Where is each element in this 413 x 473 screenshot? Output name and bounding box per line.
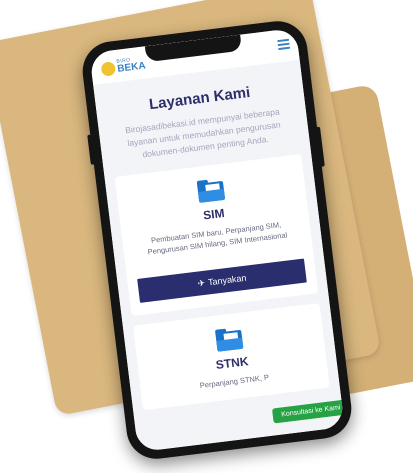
ask-button-label: Tanyakan: [207, 272, 247, 287]
logo-text: BIRO BEKA: [116, 56, 147, 75]
phone-screen: BIRO BEKA Layanan Kami Birojasadibekasi.…: [89, 27, 345, 453]
ask-button[interactable]: ✈ Tanyakan: [137, 258, 307, 303]
service-card-sim: SIM Pembuatan SIM baru, Perpanjang SIM, …: [114, 154, 319, 316]
folder-icon: [214, 327, 244, 352]
logo-mark-icon: [100, 60, 117, 77]
folder-icon: [196, 178, 226, 203]
logo-big-text: BEKA: [116, 60, 147, 75]
site-logo[interactable]: BIRO BEKA: [100, 56, 147, 77]
hamburger-menu-icon[interactable]: [277, 38, 291, 51]
service-card-stnk: STNK Perpanjang STNK, P: [132, 302, 330, 411]
paper-plane-icon: ✈: [196, 277, 206, 289]
services-section: Layanan Kami Birojasadibekasi.id mempuny…: [93, 59, 345, 453]
